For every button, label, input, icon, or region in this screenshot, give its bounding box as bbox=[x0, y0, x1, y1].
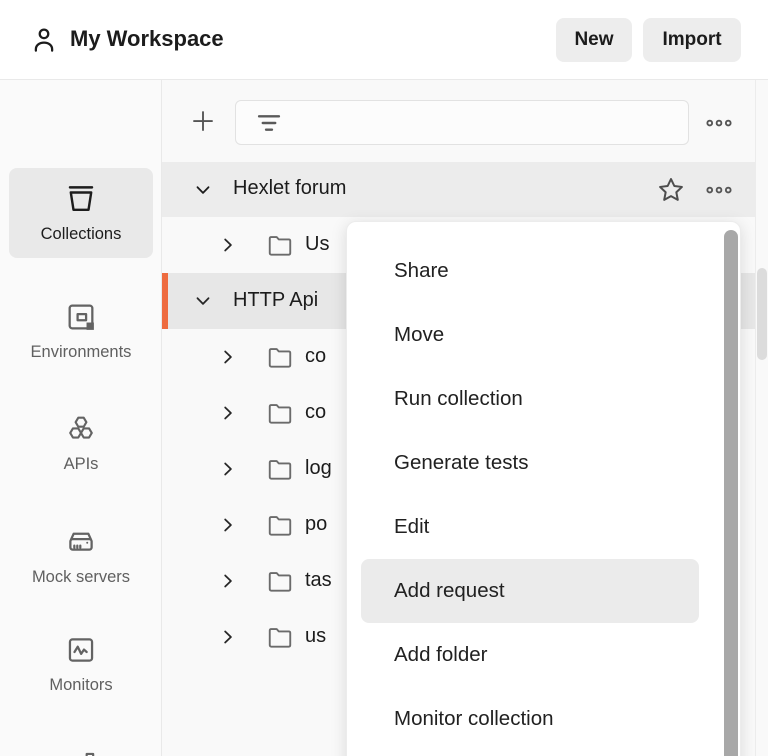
collections-toolbar bbox=[162, 80, 768, 162]
menu-item-share[interactable]: Share bbox=[347, 239, 740, 303]
tree-row-label: HTTP Api bbox=[233, 289, 318, 312]
chevron-right-icon[interactable] bbox=[216, 401, 240, 425]
collection-more-actions-button[interactable] bbox=[704, 175, 734, 205]
sidebar-item-apis[interactable]: APIs bbox=[9, 398, 153, 474]
sidebar-item-label: APIs bbox=[64, 455, 99, 474]
folder-icon bbox=[265, 566, 295, 596]
monitors-icon bbox=[64, 633, 98, 667]
sidebar-item-flows[interactable]: Flows bbox=[9, 734, 153, 756]
menu-item-edit[interactable]: Edit bbox=[347, 495, 740, 559]
apis-icon bbox=[64, 412, 98, 446]
tree-row-label: co bbox=[305, 401, 326, 424]
folder-icon bbox=[265, 398, 295, 428]
filter-searchbox[interactable] bbox=[235, 100, 689, 145]
folder-icon bbox=[265, 510, 295, 540]
tree-row-label: co bbox=[305, 345, 326, 368]
menu-item-generate-tests[interactable]: Generate tests bbox=[347, 431, 740, 495]
chevron-right-icon[interactable] bbox=[216, 625, 240, 649]
search-input[interactable] bbox=[286, 101, 688, 144]
filter-icon bbox=[252, 106, 286, 140]
sidebar-item-label: Collections bbox=[41, 225, 122, 244]
toolbar-more-actions-button[interactable] bbox=[704, 108, 734, 138]
menu-scrollbar-thumb[interactable] bbox=[724, 230, 738, 756]
chevron-down-icon[interactable] bbox=[191, 178, 215, 202]
menu-item-run-collection[interactable]: Run collection bbox=[347, 367, 740, 431]
collection-name: Hexlet forum bbox=[233, 177, 346, 200]
sidebar-item-collections[interactable]: Collections bbox=[9, 168, 153, 258]
context-menu-items: ShareMoveRun collectionGenerate testsEdi… bbox=[347, 239, 740, 751]
tree-row-label: po bbox=[305, 513, 327, 536]
folder-icon bbox=[265, 454, 295, 484]
menu-item-add-folder[interactable]: Add folder bbox=[347, 623, 740, 687]
chevron-right-icon[interactable] bbox=[216, 513, 240, 537]
chevron-right-icon[interactable] bbox=[216, 569, 240, 593]
sidebar-item-label: Mock servers bbox=[32, 568, 130, 587]
folder-icon bbox=[265, 230, 295, 260]
sidebar-item-monitors[interactable]: Monitors bbox=[9, 619, 153, 695]
menu-item-move[interactable]: Move bbox=[347, 303, 740, 367]
tree-row-label: tas bbox=[305, 569, 332, 592]
sidebar-item-mock-servers[interactable]: Mock servers bbox=[9, 511, 153, 587]
import-button[interactable]: Import bbox=[643, 18, 741, 62]
tree-row-label: log bbox=[305, 457, 332, 480]
selected-accent-bar bbox=[162, 273, 168, 329]
mock-servers-icon bbox=[64, 525, 98, 559]
sidebar-item-label: Monitors bbox=[49, 676, 112, 695]
favorite-star-button[interactable] bbox=[655, 174, 687, 206]
sidebar-nav: Collections Environments APIs Mock serve… bbox=[0, 80, 162, 756]
collection-context-menu: ShareMoveRun collectionGenerate testsEdi… bbox=[346, 221, 741, 756]
chevron-right-icon[interactable] bbox=[216, 233, 240, 257]
panel-scrollbar-thumb[interactable] bbox=[757, 268, 767, 360]
folder-icon bbox=[265, 342, 295, 372]
workspace-header: My Workspace New Import bbox=[0, 0, 768, 80]
person-icon bbox=[28, 24, 60, 56]
tree-row-label: Us bbox=[305, 233, 329, 256]
chevron-down-icon[interactable] bbox=[191, 289, 215, 313]
chevron-right-icon[interactable] bbox=[216, 457, 240, 481]
collection-row-hexlet-forum[interactable]: Hexlet forum bbox=[162, 162, 755, 217]
collections-icon bbox=[64, 182, 98, 216]
sidebar-item-environments[interactable]: Environments bbox=[9, 286, 153, 362]
environments-icon bbox=[64, 300, 98, 334]
tree-row-label: us bbox=[305, 625, 326, 648]
folder-icon bbox=[265, 622, 295, 652]
new-button[interactable]: New bbox=[556, 18, 632, 62]
menu-item-monitor-collection[interactable]: Monitor collection bbox=[347, 687, 740, 751]
chevron-right-icon[interactable] bbox=[216, 345, 240, 369]
menu-item-add-request[interactable]: Add request bbox=[361, 559, 699, 623]
workspace-title: My Workspace bbox=[70, 26, 224, 52]
sidebar-item-label: Environments bbox=[31, 343, 132, 362]
panel-scroll-track bbox=[755, 80, 756, 756]
add-collection-button[interactable] bbox=[188, 106, 218, 136]
flows-icon bbox=[64, 748, 98, 756]
app-window: My Workspace New Import Collections Envi… bbox=[0, 0, 768, 756]
